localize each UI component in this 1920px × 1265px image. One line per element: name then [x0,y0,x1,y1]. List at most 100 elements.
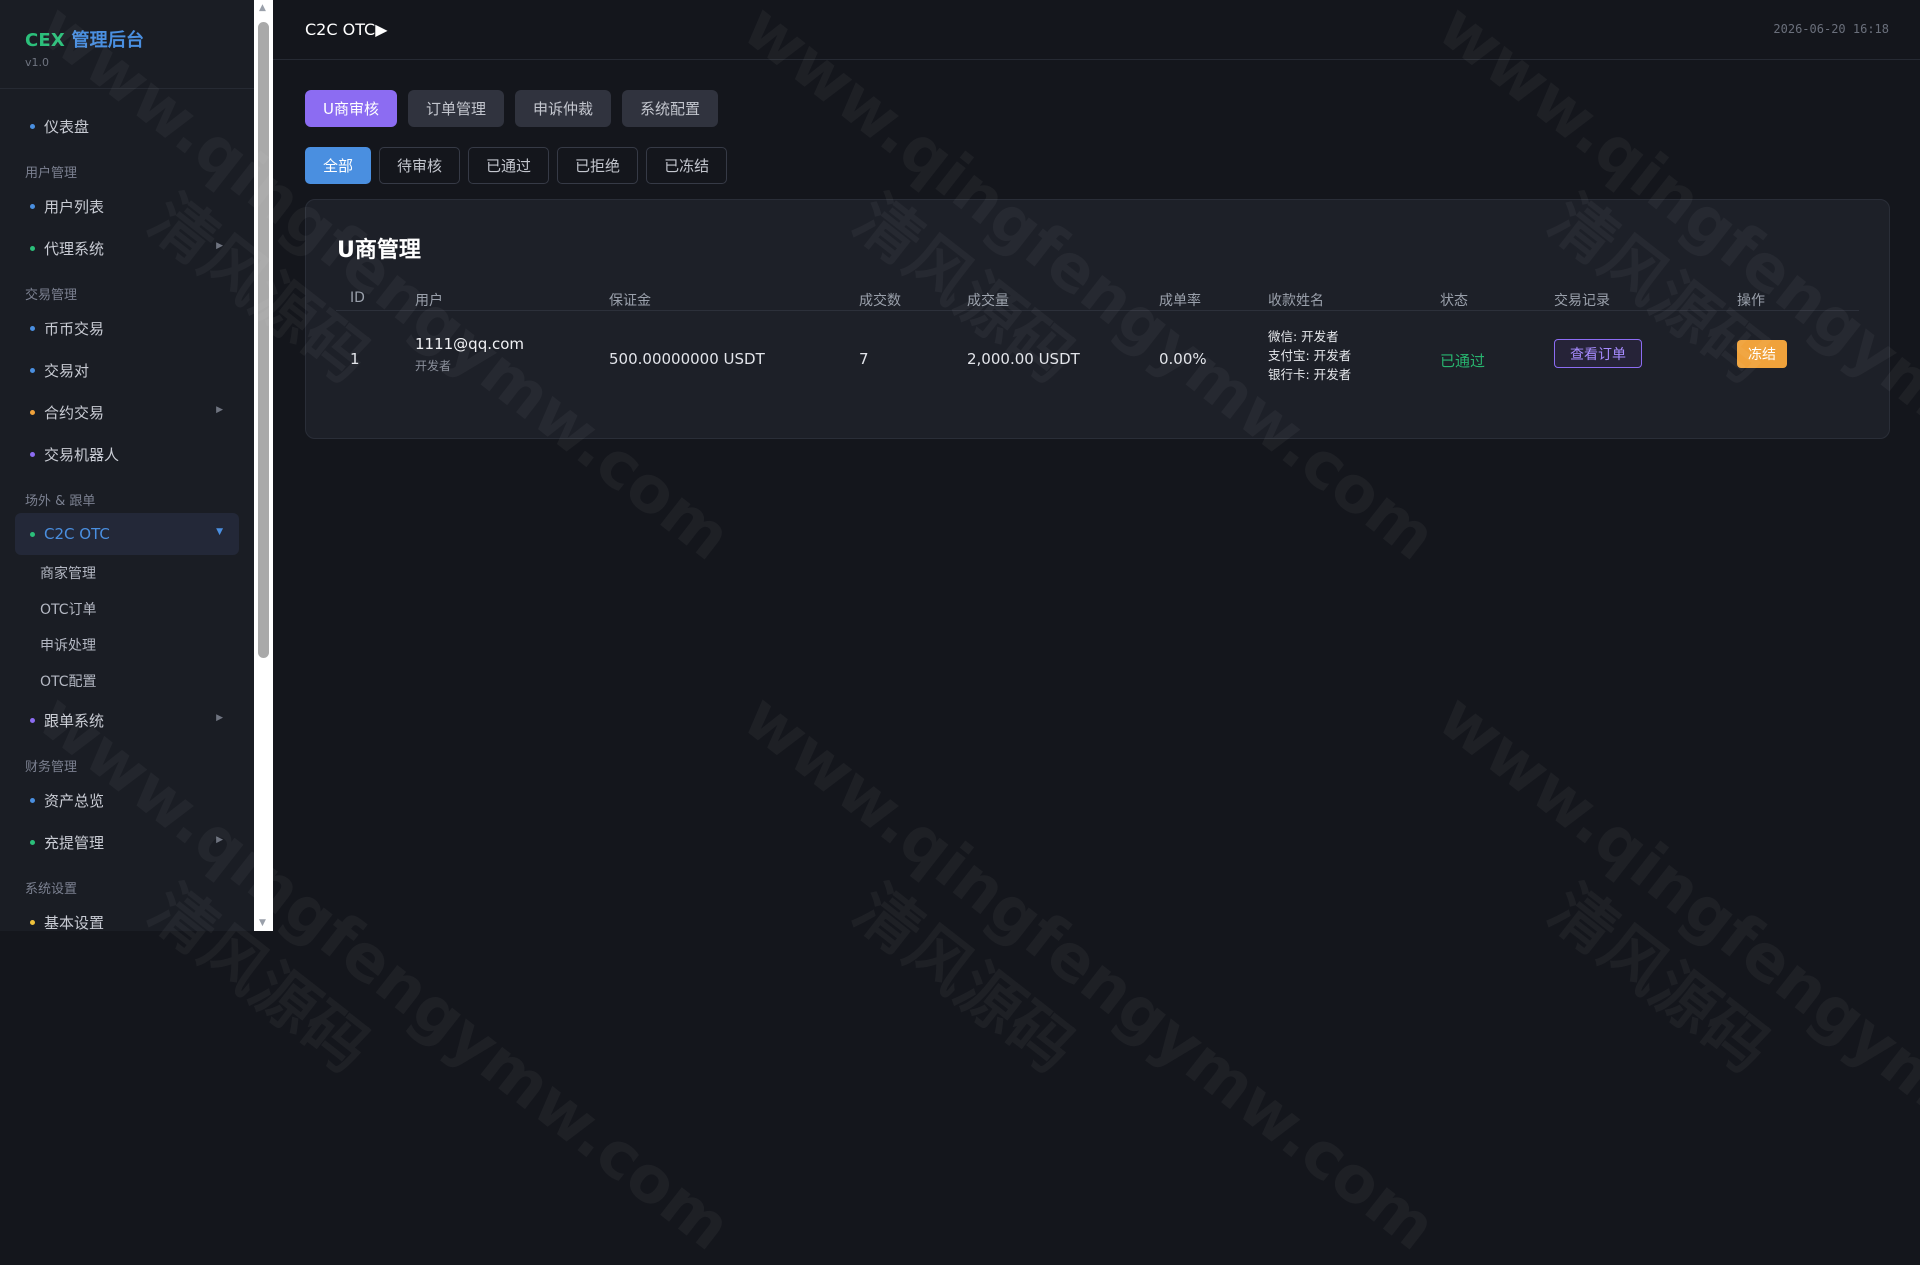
filter-frozen[interactable]: 已冻结 [646,147,728,184]
sidebar-subitem-appeals[interactable]: 申诉处理 [0,627,254,663]
tab-appeal-arbitration[interactable]: 申诉仲裁 [515,90,612,127]
sidebar-nav: 仪表盘 用户管理 用户列表 代理系统 ▶ 交易管理 币币交易 交易对 合约交易 ▶ … [0,89,254,931]
cell-deposit: 500.00000000 USDT [609,350,765,368]
payee-wechat: 微信: 开发者 [1268,329,1339,344]
bullet-icon [30,920,35,925]
payee-alipay: 支付宝: 开发者 [1268,348,1352,363]
filter-pending[interactable]: 待审核 [379,147,461,184]
table-row: 1 1111@qq.com 开发者 500.00000000 USDT 7 2,… [336,312,1859,402]
payee-bank: 银行卡: 开发者 [1268,367,1352,382]
sidebar-item-pairs[interactable]: 交易对 [15,349,239,391]
cell-payees: 微信: 开发者 支付宝: 开发者 银行卡: 开发者 [1268,327,1351,384]
sidebar-item-label: 用户列表 [44,197,105,216]
col-id: ID [350,290,365,306]
status-badge: 已通过 [1440,352,1486,370]
nav-group-system: 系统设置 [25,882,78,897]
sidebar-item-coin-trade[interactable]: 币币交易 [15,307,239,349]
page-title: C2C OTC▶ [305,20,388,39]
user-email: 1111@qq.com [415,335,525,353]
nav-group-finance: 财务管理 [25,760,78,775]
watermark: www.qingfengymw.com [1424,680,1920,1265]
bullet-icon [30,246,35,251]
view-orders-button[interactable]: 查看订单 [1554,339,1642,368]
scrollbar-thumb[interactable] [258,22,269,658]
brand-prefix: CEX [25,30,65,51]
bullet-icon [30,204,35,209]
cell-rate: 0.00% [1159,350,1207,368]
scroll-down-icon[interactable]: ▼ [259,918,266,928]
col-user: 用户 [415,293,443,309]
tab-merchant-review[interactable]: U商审核 [305,90,397,127]
sidebar-item-c2c-otc[interactable]: C2C OTC ▼ [15,513,239,555]
freeze-button[interactable]: 冻结 [1737,340,1787,368]
col-count: 成交数 [859,293,901,309]
bullet-icon [30,410,35,415]
tab-system-config[interactable]: 系统配置 [622,90,719,127]
col-deposit: 保证金 [609,293,651,309]
watermark: 清风源码 [1533,860,1791,1090]
col-status: 状态 [1440,293,1468,309]
sidebar-item-contract[interactable]: 合约交易 ▶ [15,391,239,433]
sidebar-item-dashboard[interactable]: 仪表盘 [15,105,239,147]
sidebar-item-deposit[interactable]: 充提管理 ▶ [15,821,239,863]
sidebar-item-agent[interactable]: 代理系统 ▶ [15,227,239,269]
sidebar-item-assets[interactable]: 资产总览 [15,779,239,821]
watermark: 清风源码 [838,860,1096,1090]
bullet-icon [30,368,35,373]
timestamp: 2026-06-20 16:18 [1773,22,1889,36]
col-actions: 操作 [1737,293,1765,309]
sidebar-subitem-merchants[interactable]: 商家管理 [0,555,254,591]
bullet-icon [30,532,35,537]
scroll-up-icon[interactable]: ▲ [259,3,266,13]
col-rate: 成单率 [1159,293,1201,309]
cell-id: 1 [350,350,360,368]
bullet-icon [30,840,35,845]
sidebar-item-label: 币币交易 [44,319,105,338]
watermark: www.qingfengymw.com [729,680,1449,1265]
brand-version: v1.0 [25,56,50,69]
nav-group-trade: 交易管理 [25,288,78,303]
cell-records: 查看订单 [1554,339,1642,368]
chevron-right-icon: ▶ [216,405,223,415]
cell-user: 1111@qq.com 开发者 [415,335,524,374]
sidebar-item-label: 基本设置 [44,913,105,932]
col-records: 交易记录 [1554,293,1610,309]
filter-rejected[interactable]: 已拒绝 [557,147,639,184]
sidebar-scrollbar[interactable]: ▲ ▼ [254,0,273,931]
status-filter-bar: 全部 待审核 已通过 已拒绝 已冻结 [305,147,728,184]
cell-volume: 2,000.00 USDT [967,350,1080,368]
tab-bar: U商审核 订单管理 申诉仲裁 系统配置 [305,90,719,127]
user-nickname: 开发者 [415,359,452,373]
tab-order-management[interactable]: 订单管理 [407,90,504,127]
sidebar-item-basic[interactable]: 基本设置 [15,901,239,931]
bullet-icon [30,326,35,331]
filter-approved[interactable]: 已通过 [468,147,550,184]
sidebar-subitem-otc-orders[interactable]: OTC订单 [0,591,254,627]
sidebar-item-label: 代理系统 [44,239,105,258]
bullet-icon [30,798,35,803]
nav-group-user: 用户管理 [25,166,78,181]
bullet-icon [30,718,35,723]
sidebar-item-label: 资产总览 [44,791,105,810]
filter-all[interactable]: 全部 [305,147,372,184]
sidebar-item-label: 交易机器人 [44,445,120,464]
sidebar-item-label: 交易对 [44,361,90,380]
sidebar-item-bot[interactable]: 交易机器人 [15,433,239,475]
sidebar: CEX 管理后台 v1.0 仪表盘 用户管理 用户列表 代理系统 ▶ 交易管理 币… [0,0,254,931]
table-header: ID 用户 保证金 成交数 成交量 成单率 收款姓名 状态 交易记录 操作 [336,284,1859,311]
sidebar-item-label: 仪表盘 [44,117,90,136]
col-volume: 成交量 [967,293,1009,309]
chevron-right-icon: ▶ [216,713,223,723]
brand-title[interactable]: CEX 管理后台 [25,26,254,52]
chevron-down-icon: ▼ [216,527,223,537]
brand: CEX 管理后台 v1.0 [0,0,254,89]
bullet-icon [30,452,35,457]
nav-group-otc: 场外 & 跟单 [25,494,96,509]
sidebar-item-user-list[interactable]: 用户列表 [15,185,239,227]
sidebar-subitem-otc-config[interactable]: OTC配置 [0,663,254,699]
bullet-icon [30,124,35,129]
card-title: U商管理 [337,238,421,263]
sidebar-item-label: 合约交易 [44,403,105,422]
merchant-card: U商管理 ID 用户 保证金 成交数 成交量 成单率 收款姓名 状态 交易记录 … [305,199,1890,439]
sidebar-item-copy-trade[interactable]: 跟单系统 ▶ [15,699,239,741]
